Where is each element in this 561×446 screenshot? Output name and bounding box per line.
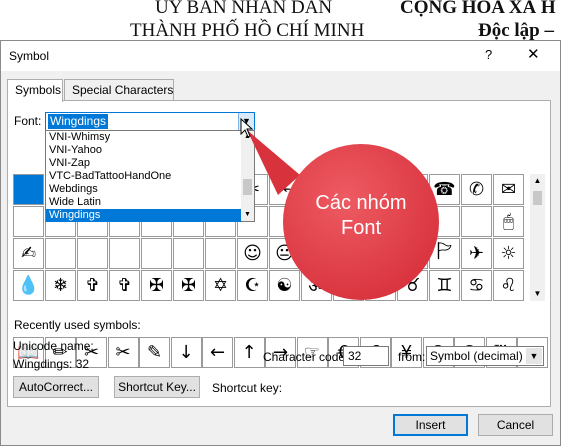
recent-symbol-cell[interactable]: ← [202, 337, 233, 368]
font-dropdown-list: VNI-Whimsy VNI-Yahoo VNI-Zap VTC-BadTatt… [45, 130, 255, 222]
symbol-cell[interactable]: 🏱 [429, 238, 460, 269]
symbol-cell[interactable]: ♈ [365, 270, 396, 301]
scroll-thumb[interactable] [533, 191, 542, 205]
character-code-input[interactable]: 32 [343, 346, 389, 366]
symbol-cell[interactable]: ✈ [461, 238, 492, 269]
symbol-cell[interactable] [77, 238, 108, 269]
symbol-cell[interactable] [45, 238, 76, 269]
unicode-name-label: Unicode name: [13, 339, 94, 353]
font-option-vni-zap[interactable]: VNI-Zap [46, 157, 242, 170]
symbol-cell[interactable]: ❄ [45, 270, 76, 301]
grid-scrollbar[interactable]: ▲ ▼ [530, 174, 545, 301]
recent-symbol-cell[interactable]: ✎ [139, 337, 170, 368]
font-option-vni-whimsy[interactable]: VNI-Whimsy [46, 131, 242, 144]
chevron-down-icon[interactable]: ▼ [526, 348, 542, 364]
symbol-cell[interactable]: ✉ [493, 174, 524, 205]
callout-text: Các nhóm Font [287, 191, 435, 241]
from-select[interactable]: Symbol (decimal) ▼ [426, 346, 544, 366]
symbol-cell[interactable]: ✠ [173, 270, 204, 301]
symbol-cell[interactable]: 🏳 [397, 238, 428, 269]
symbol-dialog: Symbol ? ✕ Symbols Special Characters Fo… [0, 40, 561, 446]
doc-left-heading-2: THÀNH PHỐ HỒ CHÍ MINH [130, 20, 365, 41]
symbol-cell[interactable]: 😐 [269, 238, 300, 269]
symbol-cell[interactable]: ☠ [365, 238, 396, 269]
symbol-cell[interactable]: ☸ [333, 270, 364, 301]
close-icon[interactable]: ✕ [527, 45, 540, 63]
recent-symbol-cell[interactable]: ↑ [233, 337, 265, 368]
callout-line-2: Font [340, 217, 382, 239]
symbol-cell[interactable]: ✞ [109, 270, 140, 301]
recent-symbols-label: Recently used symbols: [14, 318, 141, 332]
symbol-cell[interactable]: ✆ [461, 174, 492, 205]
symbol-cell[interactable]: ☹ [301, 238, 332, 269]
symbol-cell[interactable] [13, 174, 44, 205]
symbol-cell[interactable]: ॐ [301, 270, 332, 301]
font-option-vni-yahoo[interactable]: VNI-Yahoo [46, 144, 242, 157]
doc-right-heading-2: Độc lập – [478, 20, 554, 41]
autocorrect-button[interactable]: AutoCorrect... [13, 376, 99, 398]
insert-button[interactable]: Insert [393, 414, 468, 436]
recent-symbol-cell[interactable]: ↓ [170, 337, 202, 368]
from-select-value: Symbol (decimal) [430, 349, 523, 363]
scroll-thumb[interactable] [243, 179, 252, 195]
shortcut-key-label: Shortcut key: [212, 381, 283, 395]
character-code-label: Character code: [263, 350, 349, 364]
symbol-cell[interactable]: ☼ [493, 238, 524, 269]
title-bar: Symbol ? ✕ [1, 41, 560, 71]
cancel-button[interactable]: Cancel [478, 414, 553, 436]
help-icon[interactable]: ? [485, 47, 492, 62]
dropdown-scrollbar[interactable]: ▲ ▼ [241, 131, 254, 221]
font-option-wide-latin[interactable]: Wide Latin [46, 196, 242, 209]
symbol-cell[interactable]: ✠ [141, 270, 172, 301]
font-option-webdings[interactable]: Webdings [46, 183, 242, 196]
symbol-cell[interactable]: ♊ [429, 270, 460, 301]
symbol-cell[interactable] [109, 238, 140, 269]
symbol-cell[interactable] [13, 206, 44, 237]
symbol-cell[interactable]: 🖱 [493, 206, 524, 237]
symbol-cell[interactable]: ✞ [77, 270, 108, 301]
scroll-down-icon[interactable]: ▼ [530, 287, 545, 301]
symbol-cell[interactable]: 💣 [333, 238, 364, 269]
tab-symbols[interactable]: Symbols [7, 79, 63, 102]
recent-symbol-cell[interactable]: ✂ [107, 337, 139, 368]
symbol-cell[interactable]: ♌ [493, 270, 524, 301]
symbol-cell[interactable]: ☺ [237, 238, 268, 269]
mouse-cursor-icon [240, 118, 254, 138]
doc-right-heading-1: CỘNG HÒA XÃ H [400, 0, 556, 18]
symbol-cell[interactable]: ☯ [269, 270, 300, 301]
shortcut-key-button[interactable]: Shortcut Key... [114, 376, 200, 398]
dialog-title: Symbol [9, 49, 50, 63]
symbol-cell[interactable]: ✍ [13, 238, 44, 269]
symbol-cell[interactable] [461, 206, 492, 237]
unicode-name-value: Wingdings: 32 [13, 357, 90, 371]
symbol-cell[interactable]: 💧 [13, 270, 44, 301]
symbol-cell[interactable] [173, 238, 204, 269]
font-select[interactable]: Wingdings ▼ [45, 112, 255, 131]
symbol-cell[interactable]: ♋ [461, 270, 492, 301]
font-select-value: Wingdings [48, 114, 109, 129]
scroll-up-icon[interactable]: ▲ [530, 174, 545, 188]
symbol-cell[interactable]: ☪ [237, 270, 268, 301]
symbol-cell[interactable]: ✡ [205, 270, 236, 301]
symbol-cell[interactable]: ♉ [397, 270, 428, 301]
doc-left-heading-1: ỦY BAN NHÂN DÂN [155, 0, 333, 18]
font-option-vtc-badtattoo[interactable]: VTC-BadTattooHandOne [46, 170, 242, 183]
symbol-cell[interactable] [141, 238, 172, 269]
scroll-down-icon[interactable]: ▼ [241, 209, 254, 221]
from-label: from: [398, 350, 426, 364]
symbol-cell[interactable] [205, 238, 236, 269]
font-option-wingdings[interactable]: Wingdings [46, 209, 242, 222]
callout-line-1: Các nhóm [315, 192, 407, 214]
tab-special-characters[interactable]: Special Characters [64, 79, 174, 101]
font-label: Font: [14, 114, 42, 128]
